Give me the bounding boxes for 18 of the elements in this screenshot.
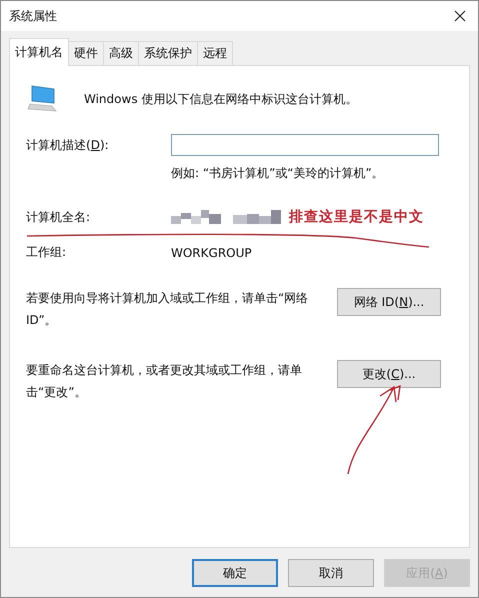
window-title: 系统属性 [9, 8, 57, 24]
tab[interactable]: 计算机名 [9, 38, 69, 66]
network-id-button[interactable]: 网络 ID(N)... [337, 288, 441, 316]
example-text: 例如: “书房计算机”或“美玲的计算机”。 [171, 165, 385, 182]
description-field[interactable] [171, 134, 439, 156]
change-button[interactable]: 更改(C)... [337, 360, 441, 388]
instruction-text: 要重命名这台计算机，或者更改其域或工作组，请单击“更改”。 [26, 362, 303, 401]
tab[interactable]: 远程 [197, 41, 233, 65]
close-icon[interactable] [454, 10, 466, 22]
dialog-button[interactable]: 取消 [288, 559, 374, 587]
instruction-text: 若要使用向导将计算机加入域或工作组，请单击“网络 ID”。 [26, 290, 310, 329]
field-label: 计算机全名: [26, 208, 92, 226]
workgroup-value: WORKGROUP [171, 246, 252, 260]
field-label: 计算机描述(D): [26, 136, 110, 154]
dialog-button[interactable]: 确定 [192, 559, 278, 587]
intro-text: Windows 使用以下信息在网络中标识这台计算机。 [84, 90, 358, 108]
field-label: 工作组: [26, 244, 68, 261]
annotation-text: 排查这里是不是中文 [289, 208, 424, 226]
